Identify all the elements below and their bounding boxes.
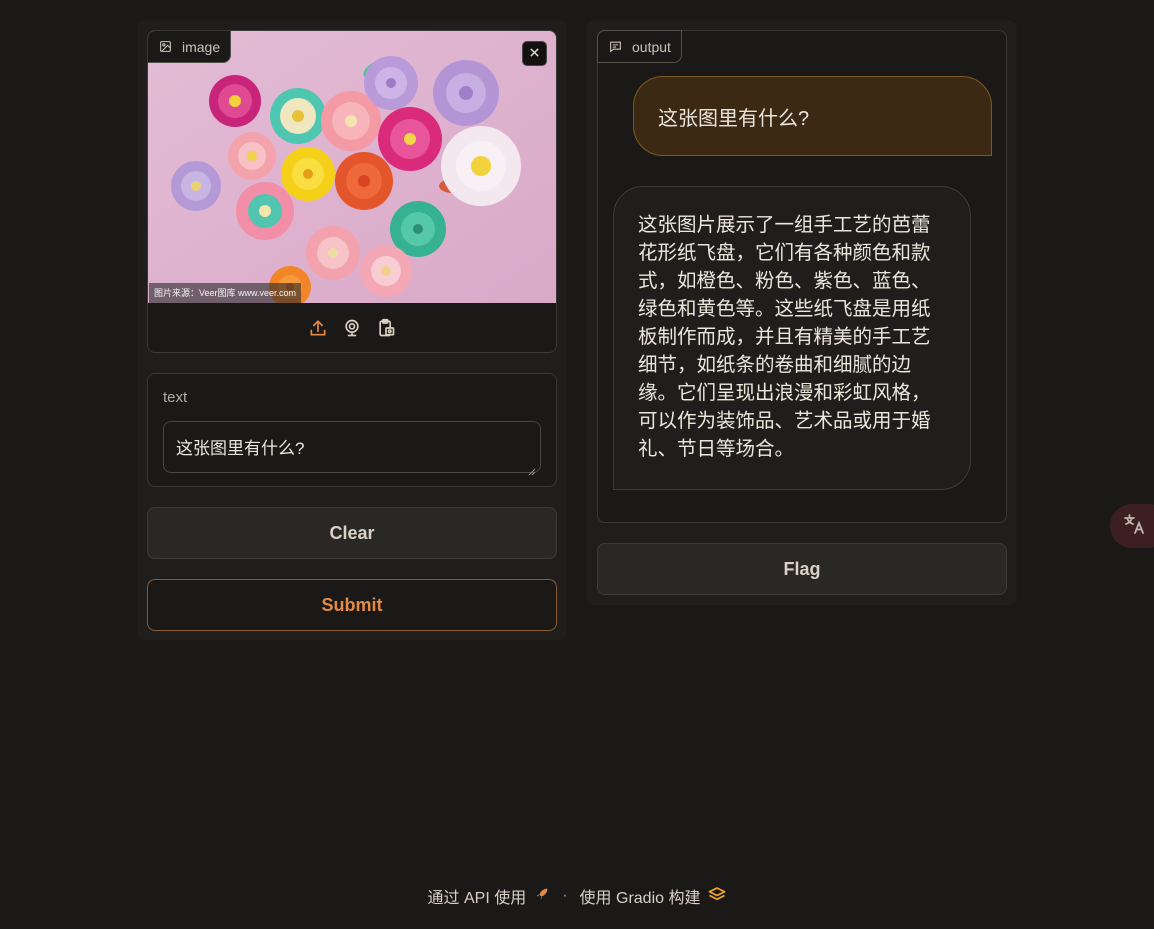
- chat-icon: [609, 40, 622, 53]
- prompt-text: 这张图里有什么?: [176, 439, 305, 458]
- prompt-textarea[interactable]: 这张图里有什么?: [163, 421, 541, 476]
- footer-separator: ·: [562, 887, 568, 904]
- user-message: 这张图里有什么?: [633, 76, 992, 156]
- image-label: image: [182, 38, 221, 55]
- clear-button[interactable]: Clear: [147, 507, 557, 559]
- image-source-toolbar: [148, 303, 556, 352]
- translate-icon: [1123, 512, 1147, 541]
- user-message-text: 这张图里有什么?: [658, 107, 810, 130]
- close-icon: [529, 45, 540, 63]
- api-link[interactable]: 通过 API 使用: [428, 884, 527, 908]
- output-label: output: [632, 38, 671, 55]
- image-label-tag: image: [148, 31, 232, 63]
- flower-photo: [148, 31, 556, 303]
- output-column: output 这张图里有什么? 这张图片展示了一组手工艺的芭蕾花形纸飞盘，它们有…: [587, 20, 1017, 605]
- text-input-block: text 这张图里有什么?: [147, 373, 557, 487]
- translate-button[interactable]: [1110, 504, 1154, 548]
- chatbot-output: output 这张图里有什么? 这张图片展示了一组手工艺的芭蕾花形纸飞盘，它们有…: [597, 30, 1007, 523]
- output-label-tag: output: [597, 30, 682, 63]
- clipboard-icon[interactable]: [376, 318, 396, 338]
- submit-button[interactable]: Submit: [147, 579, 557, 631]
- input-column: image 图片来源：Veer图库 www.veer.com text 这张图里…: [137, 20, 567, 640]
- image-watermark: 图片来源：Veer图库 www.veer.com: [149, 283, 302, 303]
- image-icon: [159, 40, 172, 53]
- gradio-logo-icon: [708, 886, 726, 907]
- flag-button[interactable]: Flag: [597, 543, 1007, 595]
- remove-image-button[interactable]: [522, 41, 547, 66]
- webcam-icon[interactable]: [342, 318, 362, 338]
- gradio-link[interactable]: 使用 Gradio 构建: [580, 884, 701, 908]
- bot-message-text: 这张图片展示了一组手工艺的芭蕾花形纸飞盘，它们有各种颜色和款式，如橙色、粉色、紫…: [638, 214, 931, 460]
- image-input[interactable]: image 图片来源：Veer图库 www.veer.com: [147, 30, 557, 353]
- footer: 通过 API 使用 · 使用 Gradio 构建: [0, 884, 1154, 908]
- resize-handle-icon[interactable]: [528, 461, 536, 476]
- upload-icon[interactable]: [308, 318, 328, 338]
- bot-message: 这张图片展示了一组手工艺的芭蕾花形纸飞盘，它们有各种颜色和款式，如橙色、粉色、紫…: [613, 186, 971, 490]
- rocket-icon: [534, 886, 550, 907]
- text-label: text: [163, 389, 188, 406]
